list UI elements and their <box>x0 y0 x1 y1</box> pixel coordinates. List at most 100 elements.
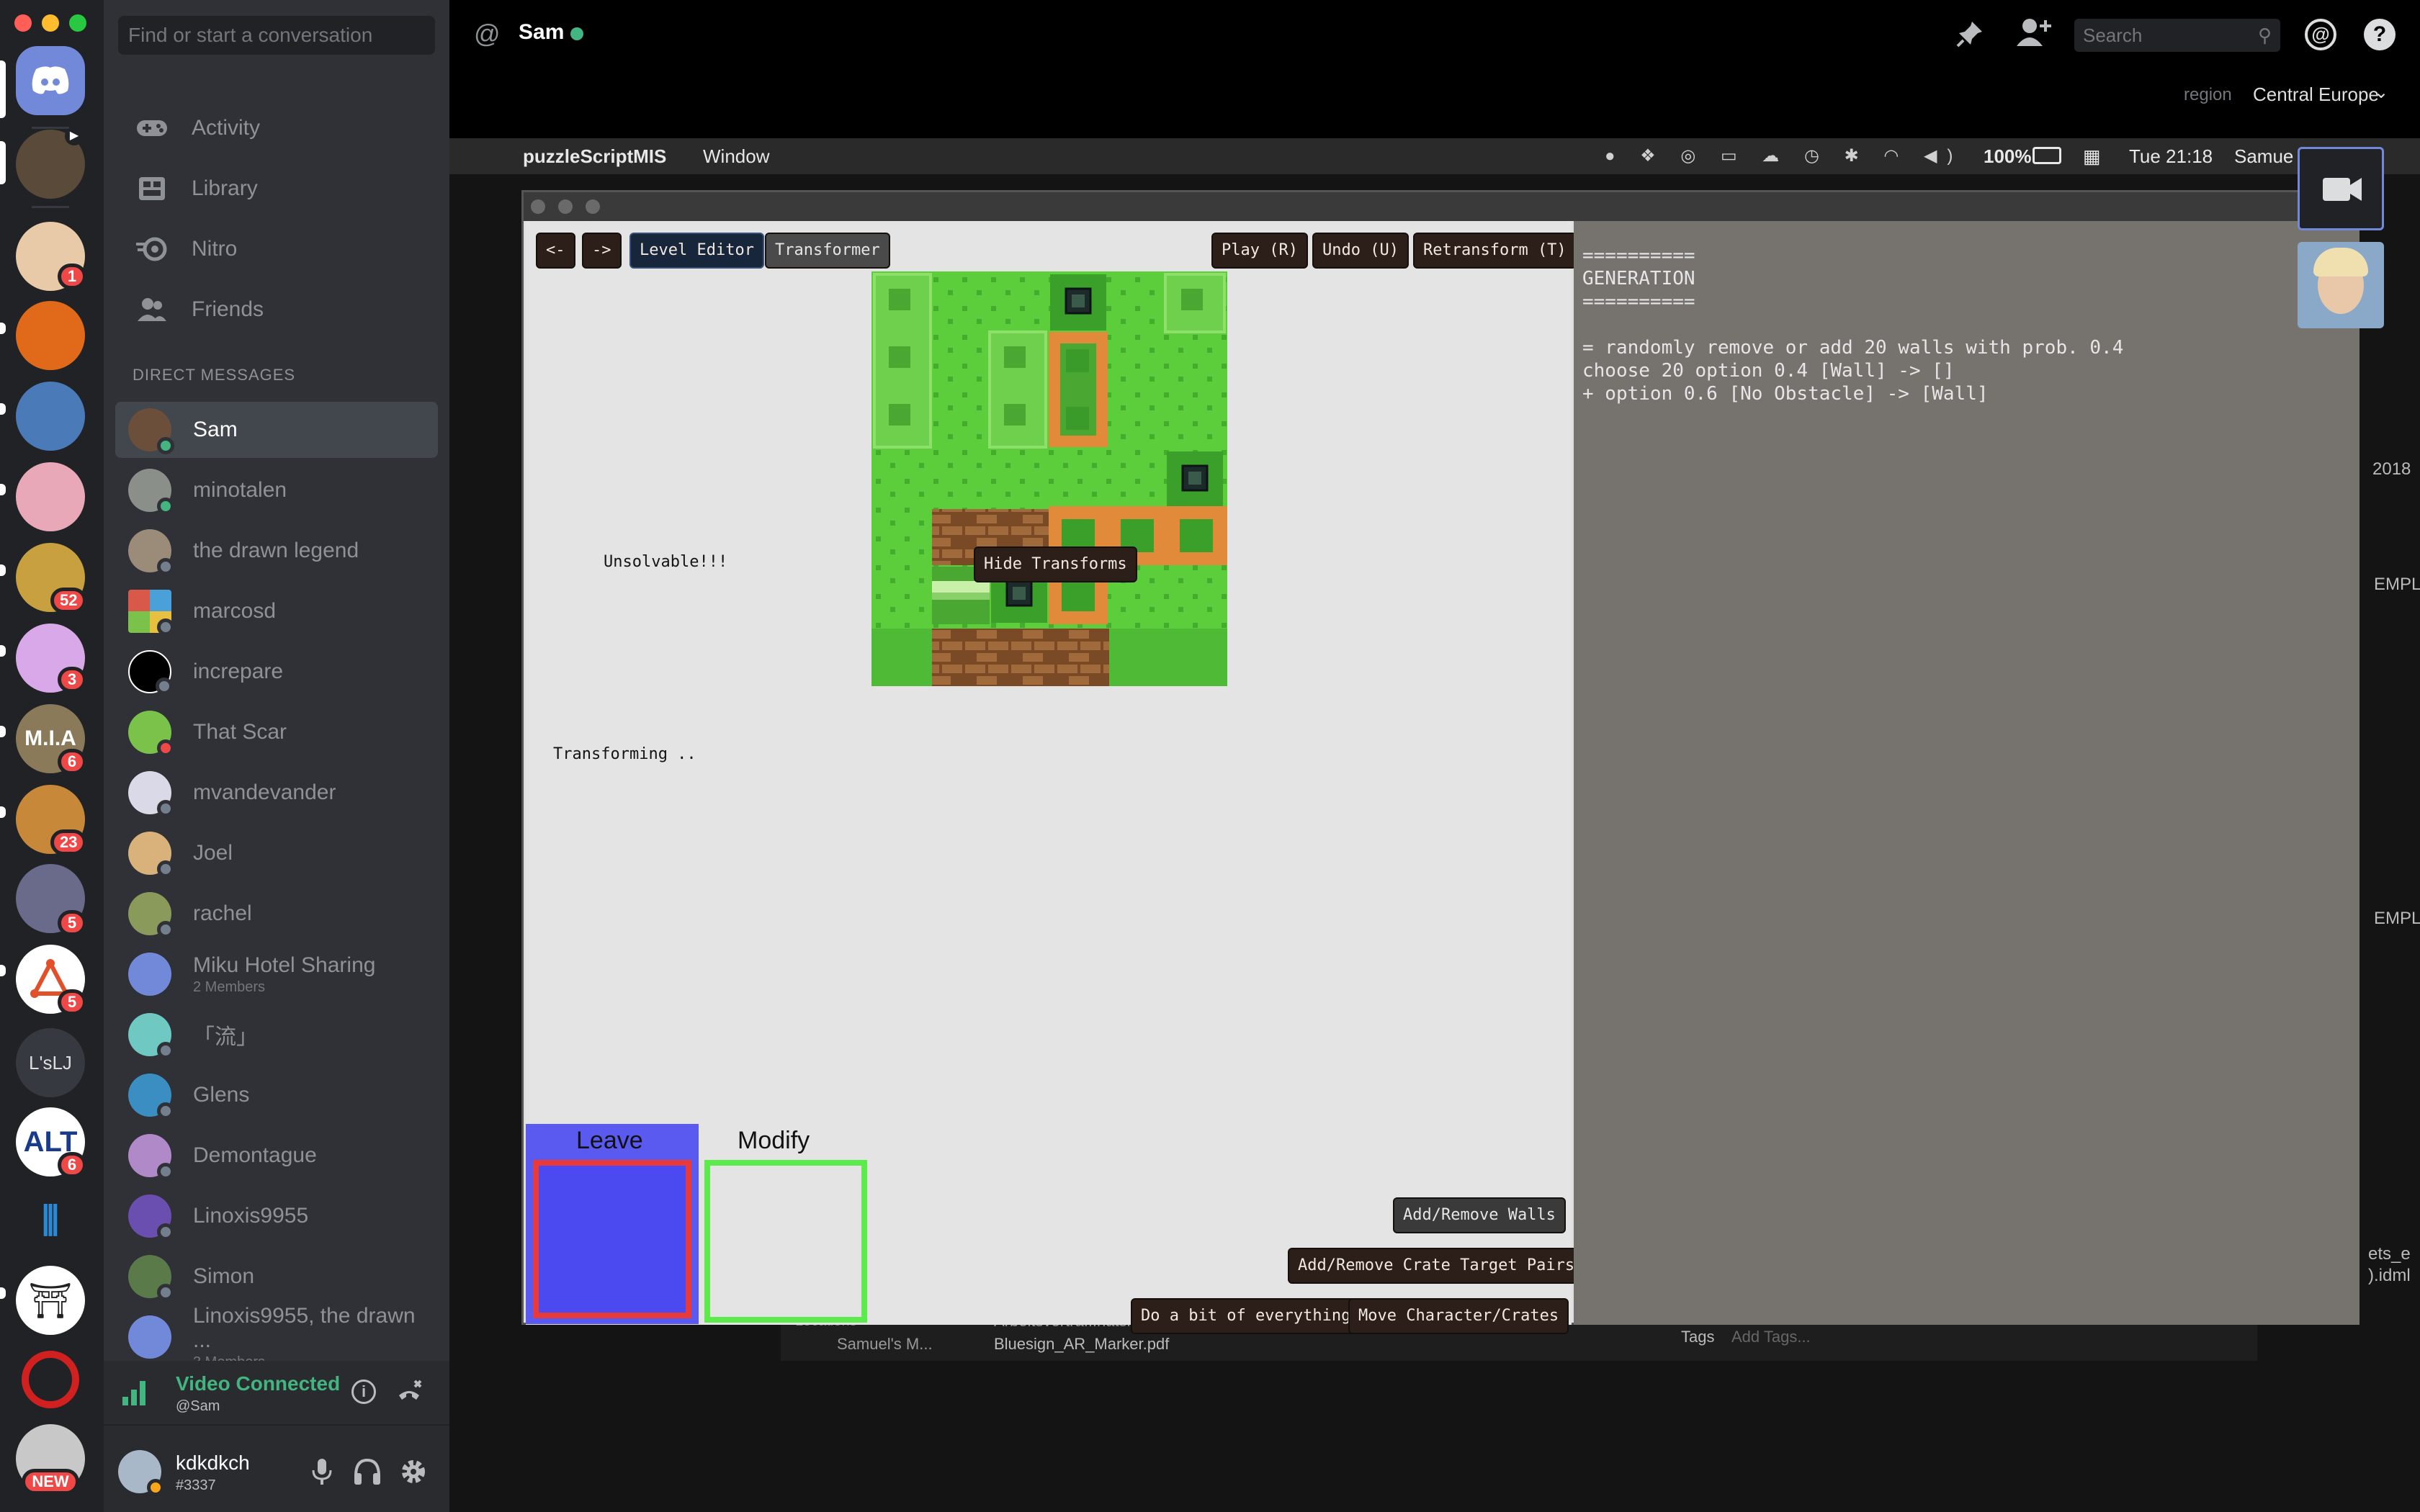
unread-badge: 6 <box>58 749 86 775</box>
move-character-crates-button[interactable]: Move Character/Crates <box>1348 1298 1569 1334</box>
back-button[interactable]: <- <box>536 233 575 269</box>
mac-titlebar <box>524 192 2357 221</box>
server-lslj[interactable]: L'sLJ <box>16 1028 85 1097</box>
avatar[interactable] <box>118 1450 164 1496</box>
avatar <box>128 1255 174 1301</box>
bridge-icon: ⛩ <box>28 1282 73 1320</box>
library-icon <box>134 171 170 207</box>
leave-panel[interactable]: Leave <box>526 1124 699 1324</box>
dm-search-input[interactable]: Find or start a conversation <box>118 16 435 55</box>
dm-item-sam[interactable]: Sam <box>115 402 438 458</box>
status-offline-icon <box>157 1284 174 1301</box>
status-offline-icon <box>157 860 174 878</box>
forward-button[interactable]: -> <box>582 233 622 269</box>
pin-icon[interactable] <box>1955 19 1985 53</box>
headphones-icon[interactable] <box>353 1457 382 1490</box>
server-red[interactable] <box>16 1345 85 1414</box>
nav-library[interactable]: Library <box>118 160 435 217</box>
control-strip-icon: ▦ <box>2083 145 2101 167</box>
hide-transforms-button[interactable]: Hide Transforms <box>974 546 1137 582</box>
game-board[interactable] <box>871 271 1227 686</box>
server-live2d[interactable]: ⫴ <box>16 1187 85 1256</box>
unread-badge: 6 <box>58 1152 86 1178</box>
at-icon: @ <box>474 19 501 48</box>
dm-item-increpare[interactable]: increpare <box>115 644 438 700</box>
add-friend-icon[interactable] <box>2017 16 2051 53</box>
dm-item-joel[interactable]: Joel <box>115 825 438 881</box>
transformer-button[interactable]: Transformer <box>765 233 890 269</box>
battery-percent: 100% <box>1984 145 2032 167</box>
help-icon[interactable]: ? <box>2364 19 2396 50</box>
undo-button[interactable]: Undo (U) <box>1312 233 1409 269</box>
main-area: @ Sam Search ⚲ @ ? region Central Europe… <box>449 0 2420 1512</box>
nav-activity[interactable]: Activity <box>118 99 435 157</box>
signal-strength-icon <box>121 1378 150 1410</box>
server-miku[interactable] <box>16 382 85 451</box>
connection-info-icon[interactable]: i <box>351 1380 376 1404</box>
chat-title: Sam <box>519 20 565 44</box>
voice-channel: @Sam <box>176 1398 220 1414</box>
dm-item-linoxis9955[interactable]: Linoxis9955 <box>115 1188 438 1244</box>
disconnect-call-icon[interactable] <box>395 1377 424 1409</box>
dm-item-marcosd[interactable]: marcosd <box>115 583 438 639</box>
server-bridge[interactable]: ⛩ <box>16 1266 85 1335</box>
self-video-tile[interactable] <box>2298 147 2384 230</box>
remote-video-tile[interactable] <box>2298 242 2384 328</box>
avatar <box>128 1194 174 1241</box>
retransform-button[interactable]: Retransform (T) <box>1413 233 1577 269</box>
play-button[interactable]: Play (R) <box>1211 233 1308 269</box>
modify-panel[interactable]: Modify <box>702 1124 874 1324</box>
dm-item-rachel[interactable]: rachel <box>115 886 438 942</box>
dm-item-that-scar[interactable]: That Scar <box>115 704 438 760</box>
video-live-icon: ▶ <box>65 127 84 145</box>
server-headphones[interactable] <box>16 301 85 370</box>
user-tag: #3337 <box>176 1477 216 1493</box>
avatar <box>128 590 174 636</box>
dm-item-minotalen[interactable]: minotalen <box>115 462 438 518</box>
mac-close-button[interactable] <box>531 199 545 214</box>
solver-status: Unsolvable!!! <box>604 553 728 571</box>
dm-item-demontague[interactable]: Demontague <box>115 1128 438 1184</box>
window-minimize-button[interactable] <box>42 14 59 32</box>
region-label: region <box>2184 85 2232 104</box>
server-pixel[interactable] <box>16 462 85 531</box>
level-editor-button[interactable]: Level Editor <box>629 233 764 269</box>
settings-gear-icon[interactable] <box>399 1457 428 1490</box>
region-select[interactable]: Central Europe <box>2253 84 2379 106</box>
header-search-input[interactable]: Search ⚲ <box>2074 19 2280 52</box>
status-online-icon <box>157 498 174 515</box>
mac-zoom-button[interactable] <box>586 199 600 214</box>
dm-item-ryu[interactable]: 「流」 <box>115 1007 438 1063</box>
search-icon: ⚲ <box>2257 24 2272 46</box>
group-avatar-icon <box>128 1315 171 1359</box>
mac-user: Samue <box>2234 145 2294 167</box>
nav-nitro[interactable]: Nitro <box>118 220 435 278</box>
add-remove-crates-button[interactable]: Add/Remove Crate Target Pairs <box>1288 1248 1585 1284</box>
window-zoom-button[interactable] <box>69 14 86 32</box>
avatar <box>128 1134 174 1180</box>
selected-server-pill <box>0 60 6 118</box>
microphone-icon[interactable] <box>310 1457 334 1490</box>
mentions-icon[interactable]: @ <box>2305 19 2336 50</box>
puzzlescript-window: <- -> Level Editor Transformer Play (R) … <box>521 190 2360 1334</box>
dm-item-simon[interactable]: Simon <box>115 1248 438 1305</box>
username: kdkdkch <box>176 1452 250 1474</box>
dm-item-mvandevander[interactable]: mvandevander <box>115 765 438 821</box>
do-everything-button[interactable]: Do a bit of everything <box>1131 1298 1361 1334</box>
console-line: choose 20 option 0.4 [Wall] -> [] <box>1582 360 1955 382</box>
add-remove-walls-button[interactable]: Add/Remove Walls <box>1393 1197 1566 1233</box>
friends-icon <box>134 292 170 328</box>
dm-item-group-linoxis[interactable]: Linoxis9955, the drawn ...3 Members <box>115 1304 438 1370</box>
dm-item-miku-hotel-sharing[interactable]: Miku Hotel Sharing 2 Members <box>115 946 438 1002</box>
direct-messages-header: DIRECT MESSAGES <box>133 366 296 384</box>
console-line: + option 0.6 [No Obstacle] -> [Wall] <box>1582 383 1989 405</box>
dm-item-the-drawn-legend[interactable]: the drawn legend <box>115 523 438 579</box>
window-close-button[interactable] <box>14 14 32 32</box>
mac-minimize-button[interactable] <box>558 199 573 214</box>
discord-home-button[interactable] <box>16 46 85 115</box>
avatar <box>128 469 174 515</box>
nav-friends[interactable]: Friends <box>118 281 435 338</box>
server-rail: ▶ 1 52 3 M.I.A 6 23 5 5 L'sLJ ALT 6 ⫴ ⛩ <box>0 0 104 1512</box>
unread-badge: 3 <box>58 667 86 693</box>
dm-item-glens[interactable]: Glens <box>115 1067 438 1123</box>
